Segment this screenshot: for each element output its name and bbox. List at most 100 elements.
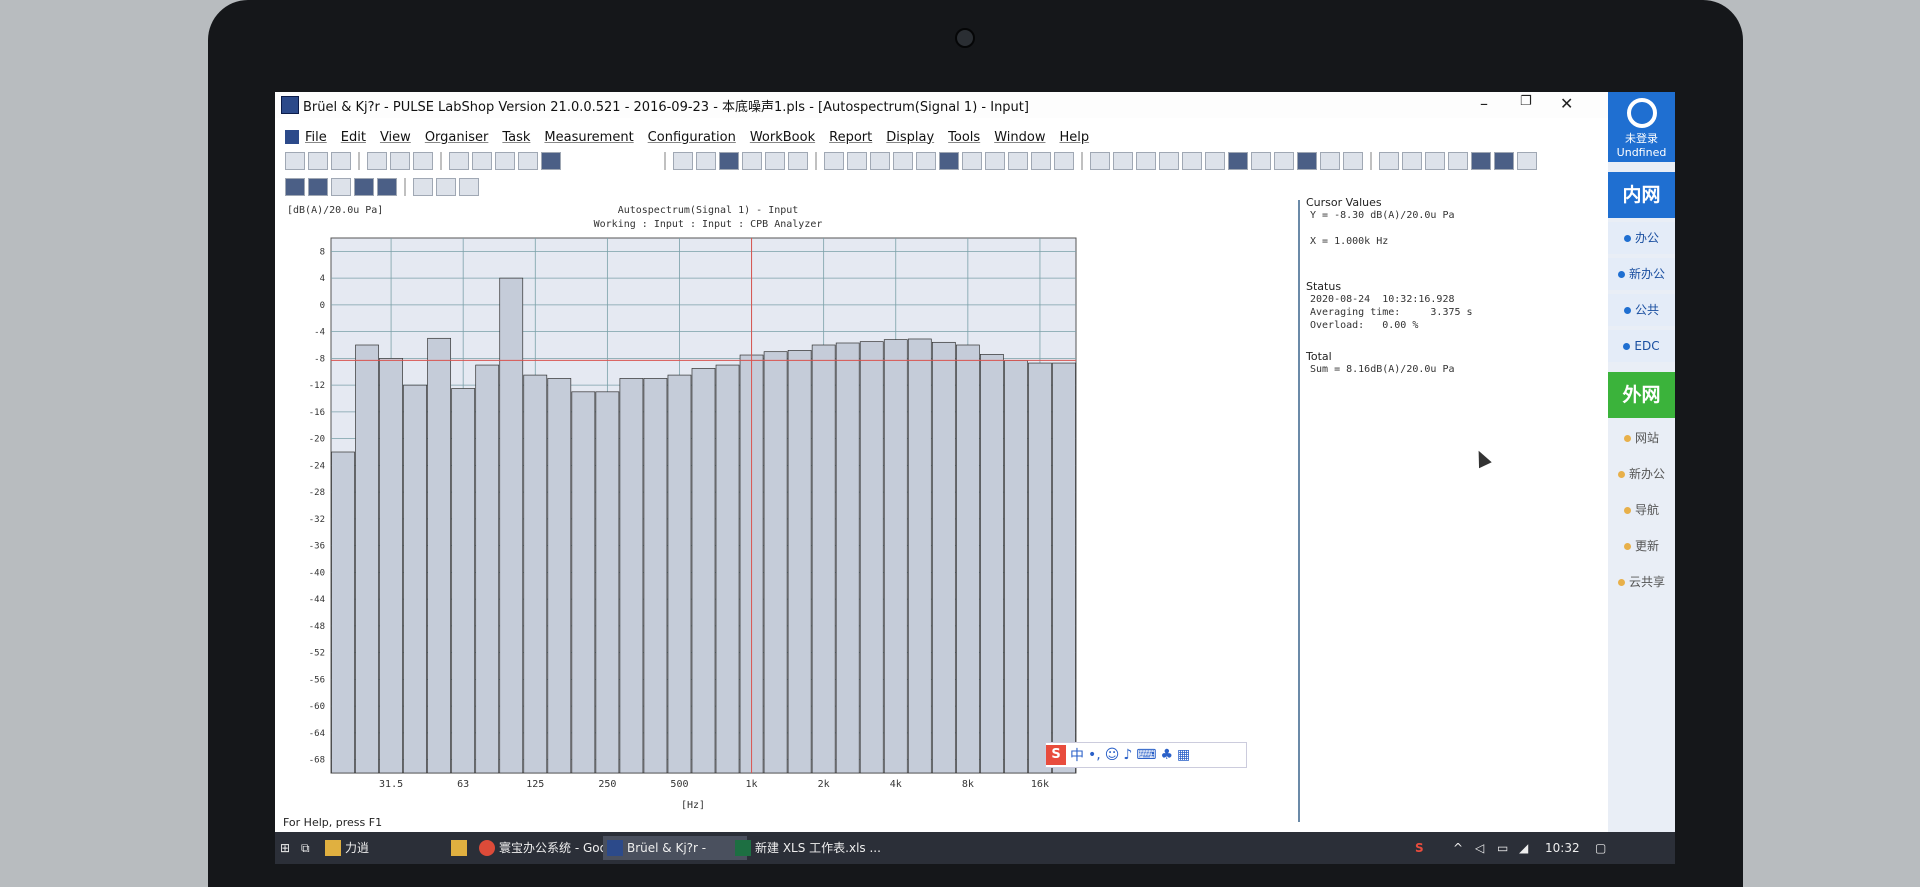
explorer-icon[interactable] xyxy=(451,836,467,860)
minimize-icon[interactable]: – xyxy=(1480,94,1488,113)
battery-icon[interactable]: ▭ xyxy=(1497,836,1513,860)
inner-item-public[interactable]: 公共 xyxy=(1608,294,1675,326)
ime-toolbar[interactable]: S 中 •, ☺ ♪ ⌨ ♣ ▦ xyxy=(1045,742,1247,768)
print-preview-icon[interactable] xyxy=(472,152,492,170)
taskbar-item-pulse[interactable]: Brüel & Kj?r - PULS... xyxy=(603,836,747,860)
maximize-icon[interactable]: ❐ xyxy=(1520,94,1532,109)
workbook-icon[interactable] xyxy=(673,152,693,170)
outer-network-header[interactable]: 外网 xyxy=(1608,372,1675,418)
autospectrum-chart[interactable]: [dB(A)/20.0u Pa] Autospectrum(Signal 1) … xyxy=(283,200,1298,822)
cursor-icon[interactable] xyxy=(1113,152,1133,170)
cursor-icon[interactable] xyxy=(1182,152,1202,170)
trace-icon[interactable] xyxy=(1402,152,1422,170)
network-icon[interactable]: ◢ xyxy=(1519,836,1535,860)
cut-icon[interactable] xyxy=(742,152,762,170)
taskbar-item-excel[interactable]: 新建 XLS 工作表.xls ... xyxy=(731,836,885,860)
cursor-icon[interactable] xyxy=(1136,152,1156,170)
organiser-icon[interactable] xyxy=(541,152,561,170)
menu-report[interactable]: Report xyxy=(829,130,872,145)
menu-file[interactable]: File xyxy=(305,130,327,145)
settings-icon[interactable] xyxy=(1448,152,1468,170)
save-disk-icon[interactable] xyxy=(1228,152,1248,170)
link-icon[interactable] xyxy=(893,152,913,170)
chart-icon[interactable] xyxy=(1343,152,1363,170)
grid-icon[interactable] xyxy=(1008,152,1028,170)
frame-icon[interactable] xyxy=(436,178,456,196)
notification-icon[interactable]: ▢ xyxy=(1595,836,1615,860)
windows-start-icon[interactable]: ⊞ xyxy=(275,836,295,860)
paste-icon[interactable] xyxy=(413,152,433,170)
clock[interactable]: 10:32 xyxy=(1545,836,1585,860)
report-icon[interactable] xyxy=(824,152,844,170)
chart-icon[interactable] xyxy=(1274,152,1294,170)
emoji-icon[interactable]: ☺ xyxy=(1105,747,1120,763)
chart-icon[interactable] xyxy=(1297,152,1317,170)
outer-item-new-office[interactable]: 新办公 xyxy=(1608,458,1675,490)
properties-icon[interactable] xyxy=(1517,152,1537,170)
bars-icon[interactable] xyxy=(377,178,397,196)
trace-icon[interactable] xyxy=(1379,152,1399,170)
menu-task[interactable]: Task xyxy=(502,130,530,145)
bars-icon[interactable] xyxy=(354,178,374,196)
overlay-icon[interactable] xyxy=(1054,152,1074,170)
sogou-tray-icon[interactable]: S xyxy=(1415,836,1435,860)
bars-icon[interactable] xyxy=(331,178,351,196)
bar-chart-icon[interactable] xyxy=(1251,152,1271,170)
tip-icon[interactable] xyxy=(495,152,515,170)
login-panel[interactable]: 未登录 Undfined xyxy=(1608,92,1675,162)
print-icon[interactable] xyxy=(449,152,469,170)
chart-icon[interactable] xyxy=(1320,152,1340,170)
inner-network-header[interactable]: 内网 xyxy=(1608,172,1675,218)
tray-chevron-icon[interactable]: ^ xyxy=(1453,836,1469,860)
stop-icon[interactable] xyxy=(1471,152,1491,170)
zoom-icon[interactable] xyxy=(1205,152,1225,170)
menu-display[interactable]: Display xyxy=(886,130,934,145)
save-disk-icon[interactable] xyxy=(719,152,739,170)
menu-edit[interactable]: Edit xyxy=(341,130,366,145)
table-icon[interactable] xyxy=(870,152,890,170)
bars-icon[interactable] xyxy=(308,178,328,196)
task-view-icon[interactable]: ⧉ xyxy=(301,836,317,860)
menu-configuration[interactable]: Configuration xyxy=(648,130,736,145)
display-icon[interactable] xyxy=(985,152,1005,170)
punctuation-icon[interactable]: •, xyxy=(1088,747,1101,763)
open-icon[interactable] xyxy=(308,152,328,170)
copy-icon[interactable] xyxy=(390,152,410,170)
menu-organiser[interactable]: Organiser xyxy=(425,130,489,145)
menu-window[interactable]: Window xyxy=(994,130,1045,145)
volume-icon[interactable]: ◁ xyxy=(1475,836,1491,860)
menu-help[interactable]: Help xyxy=(1059,130,1089,145)
text-cursor-icon[interactable] xyxy=(413,178,433,196)
page-icon[interactable] xyxy=(696,152,716,170)
new-icon[interactable] xyxy=(285,152,305,170)
cursor-icon[interactable] xyxy=(1090,152,1110,170)
paste-icon[interactable] xyxy=(788,152,808,170)
skin-icon[interactable]: ♣ xyxy=(1160,747,1173,763)
legend-icon[interactable] xyxy=(1031,152,1051,170)
copy-icon[interactable] xyxy=(765,152,785,170)
save-icon[interactable] xyxy=(331,152,351,170)
taskbar-item-chrome[interactable]: 寰宝办公系统 - Goo... xyxy=(475,836,619,860)
measure-icon[interactable] xyxy=(916,152,936,170)
menu-tools[interactable]: Tools xyxy=(948,130,980,145)
menu-measurement[interactable]: Measurement xyxy=(544,130,633,145)
keyboard-icon[interactable]: ⌨ xyxy=(1136,747,1156,763)
taskbar-item-lixiao[interactable]: 力逍 xyxy=(321,836,465,860)
microphone-icon[interactable]: ♪ xyxy=(1123,747,1132,763)
close-icon[interactable]: ✕ xyxy=(1560,94,1573,113)
inner-item-edc[interactable]: EDC xyxy=(1608,330,1675,362)
outer-item-website[interactable]: 网站 xyxy=(1608,422,1675,454)
record-icon[interactable] xyxy=(939,152,959,170)
bars-icon[interactable] xyxy=(285,178,305,196)
sogou-icon[interactable]: S xyxy=(1046,745,1066,765)
document-icon[interactable] xyxy=(285,130,299,144)
align-icon[interactable] xyxy=(459,178,479,196)
cursor-icon[interactable] xyxy=(1159,152,1179,170)
cut-icon[interactable] xyxy=(367,152,387,170)
outer-item-update[interactable]: 更新 xyxy=(1608,530,1675,562)
function-icon[interactable] xyxy=(962,152,982,170)
context-help-icon[interactable] xyxy=(518,152,538,170)
toolbox-icon[interactable]: ▦ xyxy=(1177,747,1190,763)
outer-item-cloud-share[interactable]: 云共享 xyxy=(1608,566,1675,598)
inner-item-new-office[interactable]: 新办公 xyxy=(1608,258,1675,290)
